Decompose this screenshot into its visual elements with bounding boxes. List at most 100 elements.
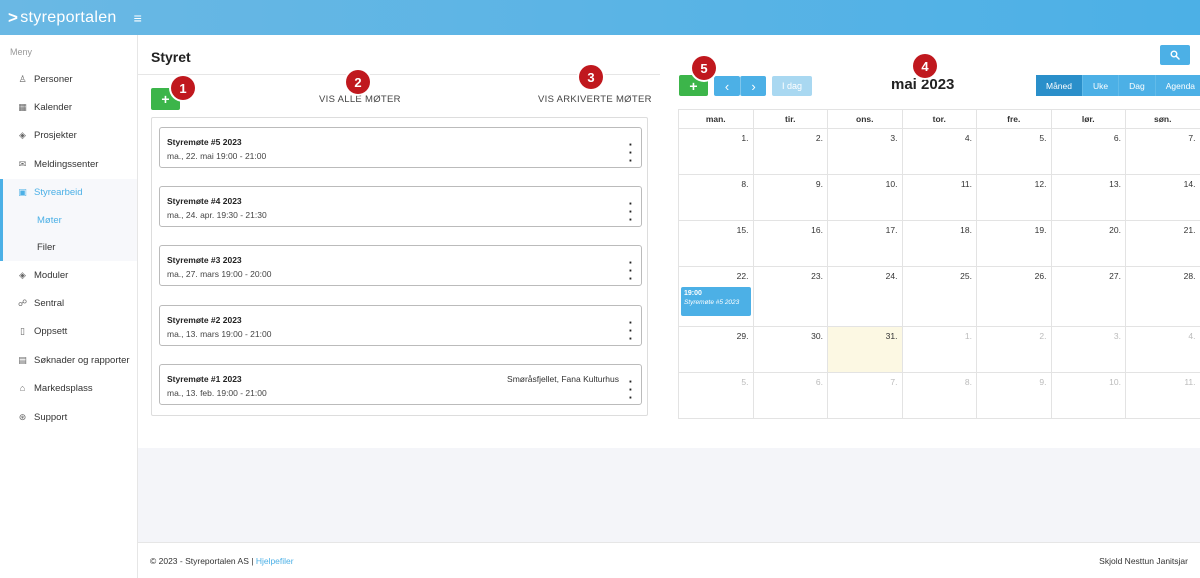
sidebar-item-label: Markedsplass [34,383,93,395]
calendar-day[interactable]: 12. [976,175,1051,220]
calendar-day[interactable]: 10. [827,175,902,220]
meeting-date: ma., 13. feb. 19:00 - 21:00 [167,387,267,398]
footer-copyright: © 2023 - Styreportalen AS | Hjelpefiler [150,556,294,566]
more-options-icon[interactable]: · · · [629,375,633,404]
sidebar-subitem-møter[interactable]: Møter [0,206,137,234]
calendar-grid: man. tir. ons. tor. fre. lør. søn. 1. 2. 3. 4. 5. 6… [678,109,1200,419]
calendar-day[interactable]: 14. [1125,175,1200,220]
calendar-day[interactable]: 22. 19:00 Styremøte #5 2023 [678,267,753,326]
calendar-day[interactable]: 21. [1125,221,1200,266]
calendar-day[interactable]: 16. [752,221,828,266]
view-agenda-button[interactable]: Agenda [1155,75,1200,96]
calendar-day[interactable]: 3. [827,129,902,174]
calendar-event[interactable]: 19:00 Styremøte #5 2023 [681,287,751,316]
calendar-day[interactable]: 13. [1050,175,1126,220]
view-dag-button[interactable]: Dag [1119,75,1156,96]
more-options-icon[interactable]: · · · [629,138,633,167]
sidebar-item-label: Sentral [34,298,65,310]
sidebar-item-meldingssenter[interactable]: ✉ Meldingssenter [0,150,137,178]
help-files-link[interactable]: Hjelpefiler [256,556,294,566]
calendar-day[interactable]: 2. [976,327,1051,372]
calendar-day[interactable]: 8. [678,175,753,220]
prev-month-button[interactable]: ‹ [714,76,740,96]
calendar-day[interactable]: 3. [1050,327,1126,372]
sidebar-item-label: Moduler [34,269,69,281]
sidebar-item-markedsplass[interactable]: ⌂ Markedsplass [0,375,137,403]
calendar-day[interactable]: 1. [901,327,977,372]
more-options-icon[interactable]: · · · [629,316,633,345]
sidebar-item-support[interactable]: ⊛ Support [0,403,137,431]
calendar-day[interactable]: 11. [1125,373,1200,418]
calendar-day[interactable]: 7. [827,373,902,418]
calendar-day[interactable]: 4. [901,129,977,174]
calendar-day[interactable]: 1. [678,129,753,174]
show-archived-meetings-tab[interactable]: VIS ARKIVERTE MØTER [538,94,652,105]
sidebar-subitem-filer[interactable]: Filer [0,233,137,261]
calendar-day[interactable]: 26. [976,267,1051,326]
sidebar-item-oppsett[interactable]: ▯ Oppsett [0,318,137,346]
meeting-location: Smøråsfjellet, Fana Kulturhus [507,373,619,384]
more-options-icon[interactable]: · · · [629,197,633,226]
sidebar-item-kalender[interactable]: ▦ Kalender [0,93,137,121]
meeting-title: Styremøte #1 2023 [167,373,242,384]
weekday-header: ons. [827,110,902,128]
badge-5: 5 [692,56,716,80]
logo-text: styreportalen [20,8,117,26]
calendar-day[interactable]: 17. [827,221,902,266]
sidebar-item-styrearbeid[interactable]: ▣ Styrearbeid [0,178,137,207]
calendar-day[interactable]: 18. [901,221,977,266]
calendar-day[interactable]: 9. [752,175,828,220]
day-number: 4. [964,133,972,143]
calendar-day-today[interactable]: 31. [827,327,902,372]
more-options-icon[interactable]: · · · [629,256,633,285]
menu-label: Meny [10,47,33,57]
calendar-day[interactable]: 28. [1125,267,1200,326]
sidebar-item-søknader-og-rapporter[interactable]: ▤ Søknader og rapporter [0,346,137,374]
sidebar-item-personer[interactable]: ♙ Personer [0,65,137,93]
calendar-day[interactable]: 2. [752,129,828,174]
sidebar-item-label: Personer [34,73,73,85]
calendar-day[interactable]: 9. [976,373,1051,418]
calendar-day[interactable]: 29. [678,327,753,372]
sidebar-item-sentral[interactable]: ☍ Sentral [0,289,137,317]
calendar-day[interactable]: 4. [1125,327,1200,372]
hamburger-menu-icon[interactable]: ≡ [134,10,142,26]
today-button[interactable]: I dag [772,76,812,96]
calendar-day[interactable]: 6. [1050,129,1126,174]
calendar-day[interactable]: 11. [901,175,977,220]
footer-user: Skjold Nesttun Janitsjar [1099,555,1188,566]
calendar-day[interactable]: 5. [678,373,753,418]
calendar-day[interactable]: 27. [1050,267,1126,326]
meeting-card[interactable]: Styremøte #1 2023 ma., 13. feb. 19:00 - 2… [159,363,642,405]
calendar-day[interactable]: 8. [901,373,977,418]
calendar-day[interactable]: 7. [1125,129,1200,174]
calendar-day[interactable]: 6. [752,373,828,418]
calendar-day[interactable]: 20. [1050,221,1126,266]
sidebar-item-label: Kalender [34,102,73,114]
meeting-card[interactable]: Styremøte #5 2023 ma., 22. mai 19:00 - 21… [159,127,642,168]
meeting-title: Styremøte #5 2023 [167,137,242,147]
badge-1: 1 [171,76,195,100]
meeting-card[interactable]: Styremøte #3 2023 ma., 27. mars 19:00 - 2… [159,245,642,287]
sidebar-item-moduler[interactable]: ◈ Moduler [0,261,137,289]
app-logo[interactable]: > styreportalen [8,0,117,35]
calendar-day[interactable]: 25. [901,267,977,326]
search-button[interactable] [1160,45,1190,65]
calendar-day[interactable]: 5. [976,129,1051,174]
calendar-day[interactable]: 24. [827,267,902,326]
sidebar-item-prosjekter[interactable]: ◈ Prosjekter [0,122,137,150]
day-number: 14. [1183,179,1196,189]
next-month-button[interactable]: › [740,76,766,96]
calendar-day[interactable]: 10. [1050,373,1126,418]
calendar-day[interactable]: 15. [678,221,753,266]
mail-icon: ✉ [18,158,27,169]
view-uke-button[interactable]: Uke [1083,75,1120,96]
view-måned-button[interactable]: Måned [1036,75,1083,96]
meeting-card[interactable]: Styremøte #4 2023 ma., 24. apr. 19:30 - 2… [159,186,642,228]
calendar-day[interactable]: 30. [752,327,828,372]
calendar-day[interactable]: 23. [752,267,828,326]
meeting-card[interactable]: Styremøte #2 2023 ma., 13. mars 19:00 - 2… [159,304,642,346]
calendar-day[interactable]: 19. [976,221,1051,266]
badge-4: 4 [913,54,937,78]
show-all-meetings-tab[interactable]: VIS ALLE MØTER [319,94,401,105]
